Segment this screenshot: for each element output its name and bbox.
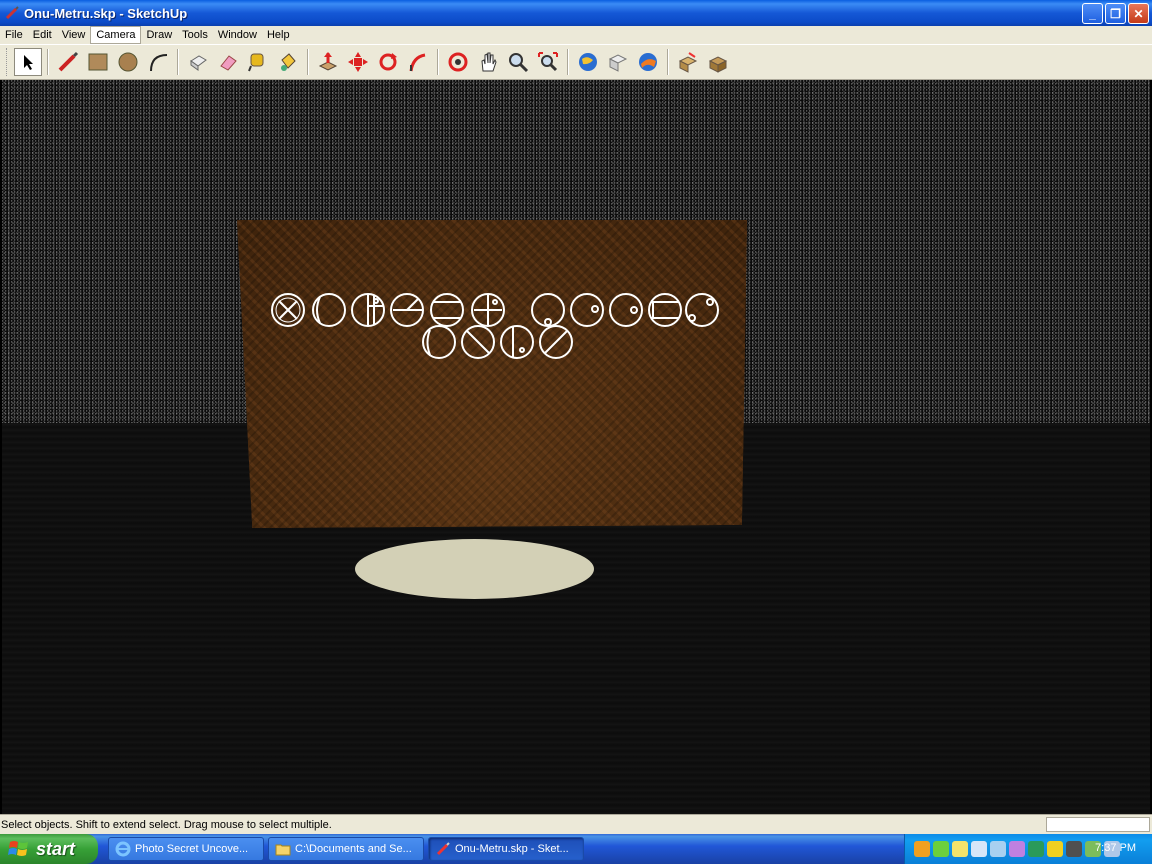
start-label: start [36, 838, 76, 859]
toolbar-separator [307, 49, 309, 75]
internet-explorer-icon [115, 841, 131, 857]
menu-edit[interactable]: Edit [28, 26, 57, 44]
glyph-9 [609, 293, 643, 327]
toolbar-separator [667, 49, 669, 75]
tray-app-icon[interactable] [1028, 841, 1044, 857]
folder-icon [275, 841, 291, 857]
tray-mail-icon[interactable] [952, 841, 968, 857]
glyph-14 [500, 325, 534, 359]
task-label: C:\Documents and Se... [295, 843, 412, 855]
google-earth-icon[interactable] [574, 48, 602, 76]
pan-icon[interactable] [474, 48, 502, 76]
pencil-line-icon[interactable] [54, 48, 82, 76]
glyph-7 [531, 293, 565, 327]
menu-window[interactable]: Window [213, 26, 262, 44]
menu-camera[interactable]: Camera [90, 26, 142, 44]
place-model-icon[interactable] [674, 48, 702, 76]
task-sketchup[interactable]: Onu-Metru.skp - Sket... [428, 837, 584, 861]
toolbar-separator [47, 49, 49, 75]
sketchup-window: Onu-Metru.skp - SketchUp _ ❐ ✕ File Edit… [0, 0, 1152, 864]
glyph-15 [539, 325, 573, 359]
menu-view[interactable]: View [57, 26, 91, 44]
rotate-icon[interactable] [374, 48, 402, 76]
matoran-glyphs [271, 293, 719, 359]
menu-bar: File Edit View Camera Draw Tools Window … [0, 26, 1152, 44]
glyph-3 [351, 293, 385, 327]
tray-app-icon[interactable] [1009, 841, 1025, 857]
tray-app-icon[interactable] [1066, 841, 1082, 857]
move-icon[interactable] [344, 48, 372, 76]
glyph-2 [312, 293, 346, 327]
follow-me-icon[interactable] [404, 48, 432, 76]
glyph-4 [390, 293, 424, 327]
windows-flag-icon [8, 841, 28, 856]
task-label: Photo Secret Uncove... [135, 843, 249, 855]
select-tool-icon[interactable] [14, 48, 42, 76]
tray-shield-icon[interactable] [1047, 841, 1063, 857]
start-button[interactable]: start [0, 834, 98, 864]
title-bar[interactable]: Onu-Metru.skp - SketchUp _ ❐ ✕ [0, 0, 1152, 26]
eraser-icon[interactable] [214, 48, 242, 76]
zoom-extents-icon[interactable] [534, 48, 562, 76]
make-component-icon[interactable] [184, 48, 212, 76]
tray-wireless-icon[interactable] [990, 841, 1006, 857]
getting-started-toolbar [0, 44, 1152, 80]
components-icon[interactable] [704, 48, 732, 76]
glyph-13 [461, 325, 495, 359]
windows-taskbar: start Photo Secret Uncove... C:\Document… [0, 834, 1152, 864]
zoom-icon[interactable] [504, 48, 532, 76]
status-message: Select objects. Shift to extend select. … [1, 818, 332, 831]
window-title: Onu-Metru.skp - SketchUp [24, 5, 188, 21]
tape-measure-icon[interactable] [244, 48, 272, 76]
toolbar-separator [437, 49, 439, 75]
model-viewport[interactable] [2, 80, 1150, 814]
glyph-12 [422, 325, 456, 359]
arc-icon[interactable] [144, 48, 172, 76]
paint-bucket-icon[interactable] [274, 48, 302, 76]
orbit-icon[interactable] [444, 48, 472, 76]
toolbar-separator [567, 49, 569, 75]
toolbar-grip[interactable] [6, 48, 9, 76]
sketchup-icon [435, 841, 451, 857]
menu-tools[interactable]: Tools [177, 26, 213, 44]
circle-icon[interactable] [114, 48, 142, 76]
glyph-5 [430, 293, 464, 327]
task-label: Onu-Metru.skp - Sket... [455, 843, 569, 855]
push-pull-icon[interactable] [314, 48, 342, 76]
status-bar: Select objects. Shift to extend select. … [0, 814, 1152, 834]
glyph-1 [271, 293, 305, 327]
system-tray: 7:37 PM [904, 834, 1152, 864]
get-models-icon[interactable] [604, 48, 632, 76]
floor-pad-ellipse [355, 539, 594, 599]
minimize-button[interactable]: _ [1082, 3, 1103, 24]
sketchup-app-icon [4, 5, 20, 21]
tray-app-icon[interactable] [933, 841, 949, 857]
tray-app-icon[interactable] [914, 841, 930, 857]
clock[interactable]: 7:37 PM [1095, 842, 1136, 854]
task-documents-folder[interactable]: C:\Documents and Se... [268, 837, 424, 861]
tray-network-icon[interactable] [971, 841, 987, 857]
rectangle-icon[interactable] [84, 48, 112, 76]
glyph-11 [685, 293, 719, 327]
glyph-10 [648, 293, 682, 327]
measurements-box[interactable] [1046, 817, 1150, 832]
task-photo-secret[interactable]: Photo Secret Uncove... [108, 837, 264, 861]
toolbar-separator [177, 49, 179, 75]
menu-help[interactable]: Help [262, 26, 295, 44]
restore-button[interactable]: ❐ [1105, 3, 1126, 24]
glyph-8 [570, 293, 604, 327]
menu-draw[interactable]: Draw [141, 26, 177, 44]
glyph-6 [471, 293, 505, 327]
share-model-icon[interactable] [634, 48, 662, 76]
menu-file[interactable]: File [0, 26, 28, 44]
close-button[interactable]: ✕ [1128, 3, 1149, 24]
